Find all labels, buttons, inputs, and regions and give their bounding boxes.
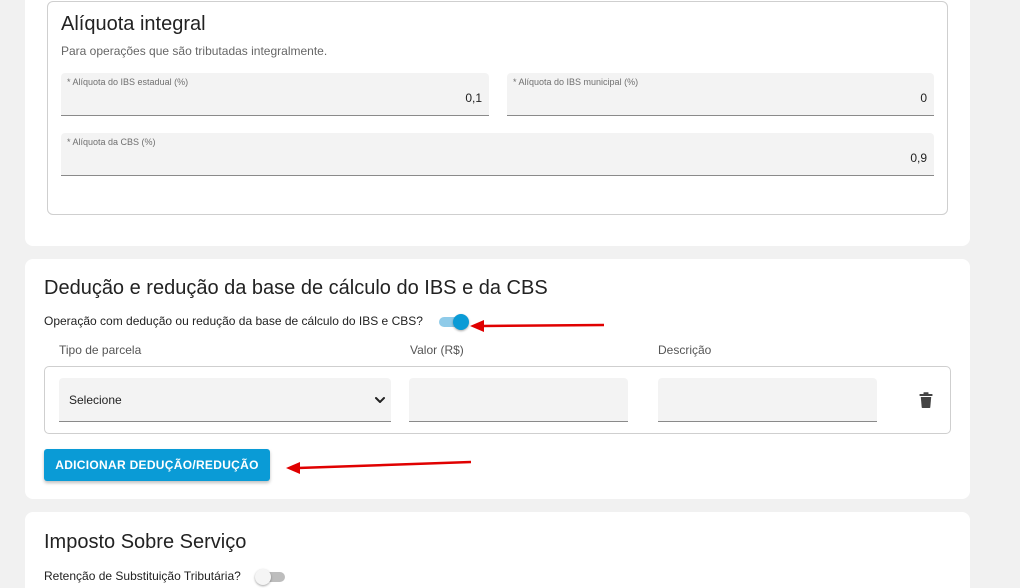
deducao-toggle-row: Operação com dedução ou redução da base …	[44, 314, 469, 330]
ibs-estadual-field[interactable]: * Alíquota do IBS estadual (%) 0,1	[61, 73, 489, 116]
column-header-descricao: Descrição	[658, 343, 712, 357]
aliquota-integral-fieldset: Alíquota integral Para operações que são…	[47, 1, 948, 215]
deducao-toggle[interactable]	[438, 314, 469, 330]
ibs-municipal-value[interactable]: 0	[920, 91, 927, 105]
deducao-row: Selecione	[44, 366, 951, 434]
trash-icon[interactable]	[919, 392, 933, 408]
descricao-input[interactable]	[658, 378, 877, 422]
deducao-title: Dedução e redução da base de cálculo do …	[44, 277, 548, 299]
deducao-toggle-thumb	[452, 314, 469, 330]
ibs-estadual-label: * Alíquota do IBS estadual (%)	[67, 77, 189, 87]
deducao-toggle-label: Operação com dedução ou redução da base …	[44, 314, 423, 328]
aliquota-integral-subtitle: Para operações que são tributadas integr…	[61, 44, 328, 58]
tipo-parcela-select[interactable]: Selecione	[59, 378, 391, 422]
iss-toggle[interactable]	[254, 569, 287, 585]
tipo-parcela-selected: Selecione	[69, 393, 122, 407]
aliquota-card: Alíquota integral Para operações que são…	[25, 0, 970, 246]
iss-title: Imposto Sobre Serviço	[44, 531, 247, 553]
cbs-value[interactable]: 0,9	[910, 151, 927, 165]
deducao-card: Dedução e redução da base de cálculo do …	[25, 259, 970, 499]
ibs-estadual-value[interactable]: 0,1	[465, 91, 482, 105]
cbs-field[interactable]: * Alíquota da CBS (%) 0,9	[61, 133, 934, 176]
ibs-municipal-label: * Alíquota do IBS municipal (%)	[513, 77, 639, 87]
column-header-tipo: Tipo de parcela	[59, 343, 142, 357]
iss-toggle-row: Retenção de Substituição Tributária?	[44, 569, 287, 585]
iss-card: Imposto Sobre Serviço Retenção de Substi…	[25, 512, 970, 588]
aliquota-integral-title: Alíquota integral	[61, 13, 206, 35]
iss-toggle-thumb	[254, 569, 271, 585]
ibs-municipal-field[interactable]: * Alíquota do IBS municipal (%) 0	[507, 73, 934, 116]
chevron-down-icon	[375, 397, 385, 403]
iss-toggle-label: Retenção de Substituição Tributária?	[44, 569, 241, 583]
adicionar-deducao-button[interactable]: ADICIONAR DEDUÇÃO/REDUÇÃO	[44, 449, 270, 481]
column-header-valor: Valor (R$)	[410, 343, 464, 357]
cbs-label: * Alíquota da CBS (%)	[67, 137, 156, 147]
valor-input[interactable]	[409, 378, 628, 422]
